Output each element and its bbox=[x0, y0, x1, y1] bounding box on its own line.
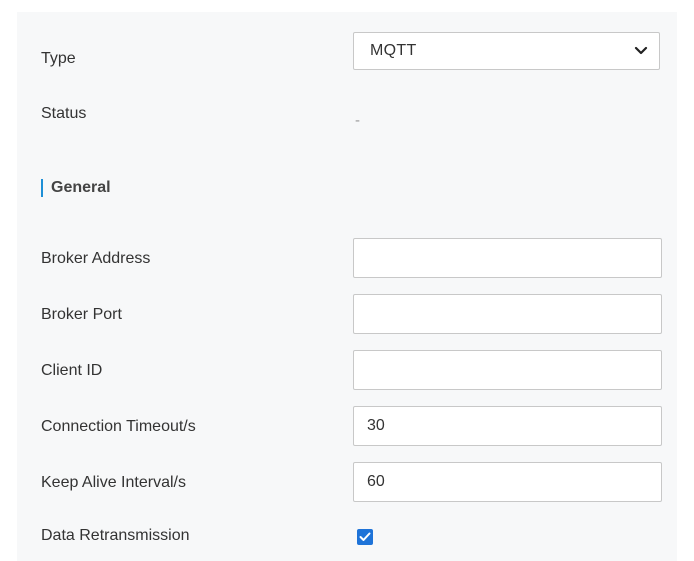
section-title: General bbox=[51, 179, 111, 196]
broker-address-input[interactable] bbox=[353, 238, 662, 278]
client-id-input[interactable] bbox=[353, 350, 662, 390]
settings-panel: Type MQTT Status - General Broker Addres… bbox=[17, 12, 677, 561]
type-select-value: MQTT bbox=[370, 42, 417, 59]
connection-timeout-label: Connection Timeout/s bbox=[41, 418, 196, 435]
status-label: Status bbox=[41, 105, 87, 122]
broker-address-label: Broker Address bbox=[41, 250, 151, 267]
type-label: Type bbox=[41, 50, 76, 67]
broker-port-label: Broker Port bbox=[41, 306, 122, 323]
section-accent-bar bbox=[41, 179, 43, 197]
client-id-label: Client ID bbox=[41, 362, 103, 379]
chevron-down-icon bbox=[633, 43, 649, 59]
data-retransmission-label: Data Retransmission bbox=[41, 527, 190, 544]
status-value: - bbox=[355, 112, 360, 129]
broker-port-input[interactable] bbox=[353, 294, 662, 334]
section-header-general: General bbox=[41, 177, 111, 199]
checkmark-icon bbox=[359, 532, 371, 542]
connection-timeout-input[interactable] bbox=[353, 406, 662, 446]
data-retransmission-checkbox[interactable] bbox=[357, 529, 373, 545]
keep-alive-interval-label: Keep Alive Interval/s bbox=[41, 474, 186, 491]
keep-alive-interval-input[interactable] bbox=[353, 462, 662, 502]
type-select[interactable]: MQTT bbox=[353, 32, 660, 70]
